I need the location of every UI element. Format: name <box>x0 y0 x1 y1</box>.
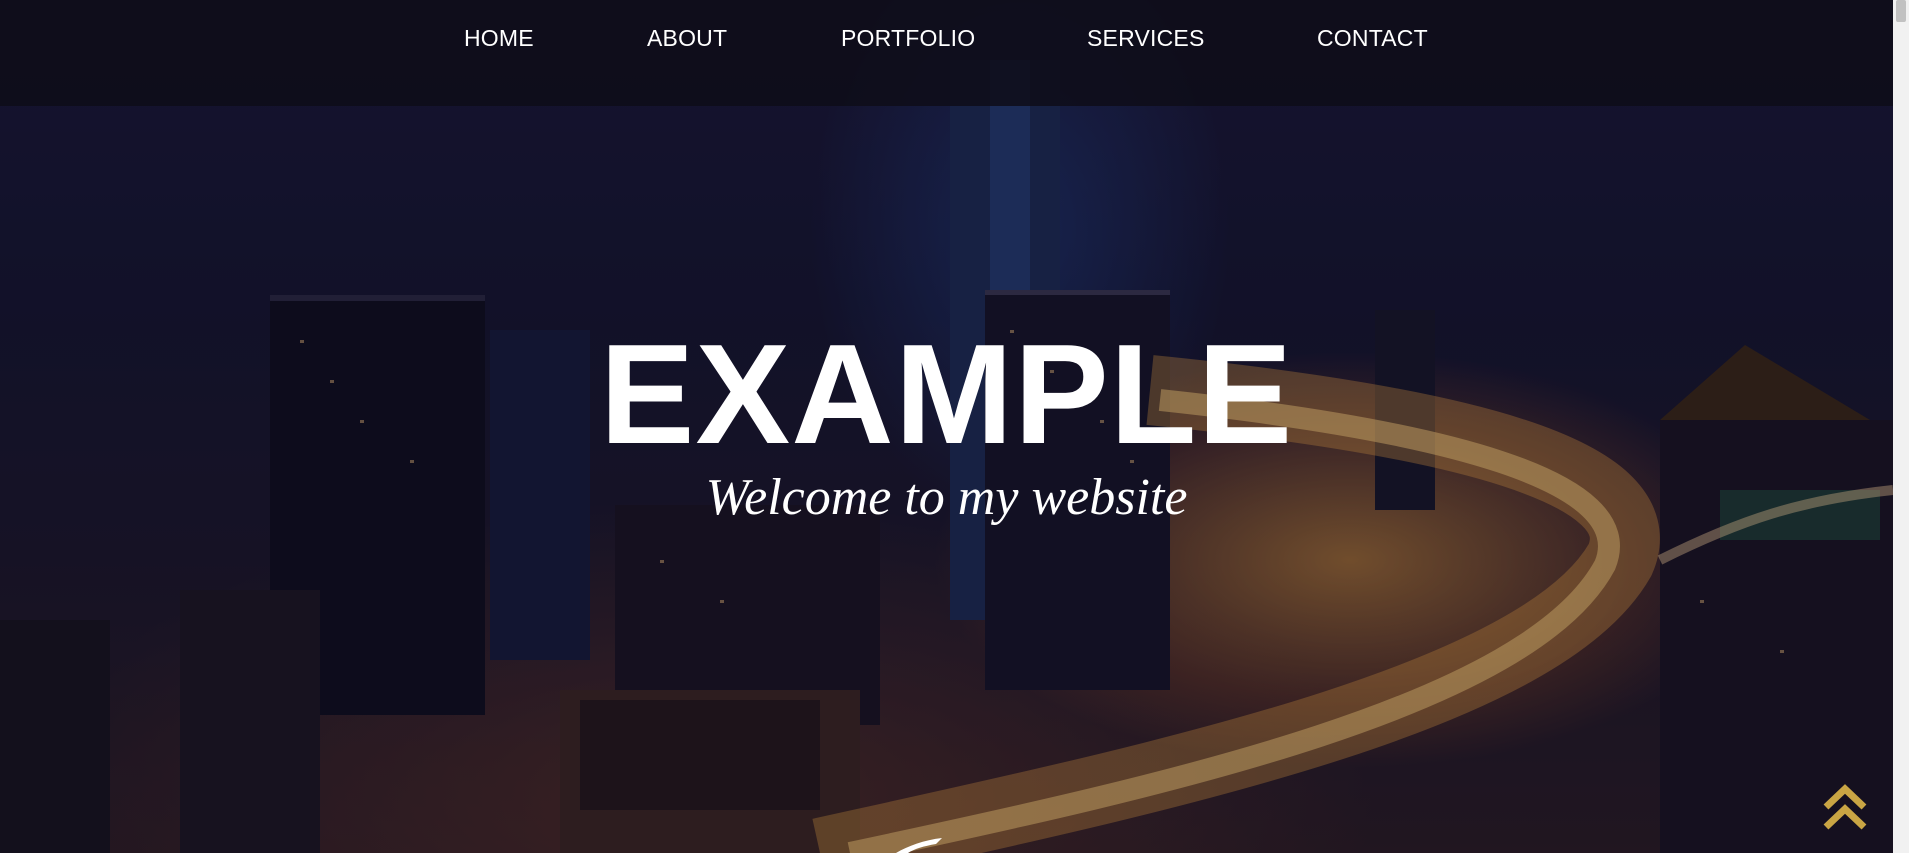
nav-link-contact[interactable]: CONTACT <box>1317 25 1428 52</box>
nav-link-about[interactable]: ABOUT <box>647 25 727 52</box>
hero-title: EXAMPLE <box>599 315 1294 474</box>
top-navigation-bar: HOME ABOUT PORTFOLIO SERVICES CONTACT <box>0 0 1893 106</box>
vertical-scrollbar[interactable] <box>1893 0 1909 853</box>
page: HOME ABOUT PORTFOLIO SERVICES CONTACT EX… <box>0 0 1909 853</box>
nav-link-home[interactable]: HOME <box>464 25 534 52</box>
back-to-top-button[interactable] <box>1822 783 1868 833</box>
chevron-down-icon[interactable] <box>894 836 954 853</box>
nav-link-portfolio[interactable]: PORTFOLIO <box>841 25 975 52</box>
double-chevron-up-icon <box>1823 784 1867 830</box>
hero-subtitle: Welcome to my website <box>705 469 1188 526</box>
nav-link-services[interactable]: SERVICES <box>1087 25 1205 52</box>
scrollbar-thumb[interactable] <box>1896 0 1906 22</box>
